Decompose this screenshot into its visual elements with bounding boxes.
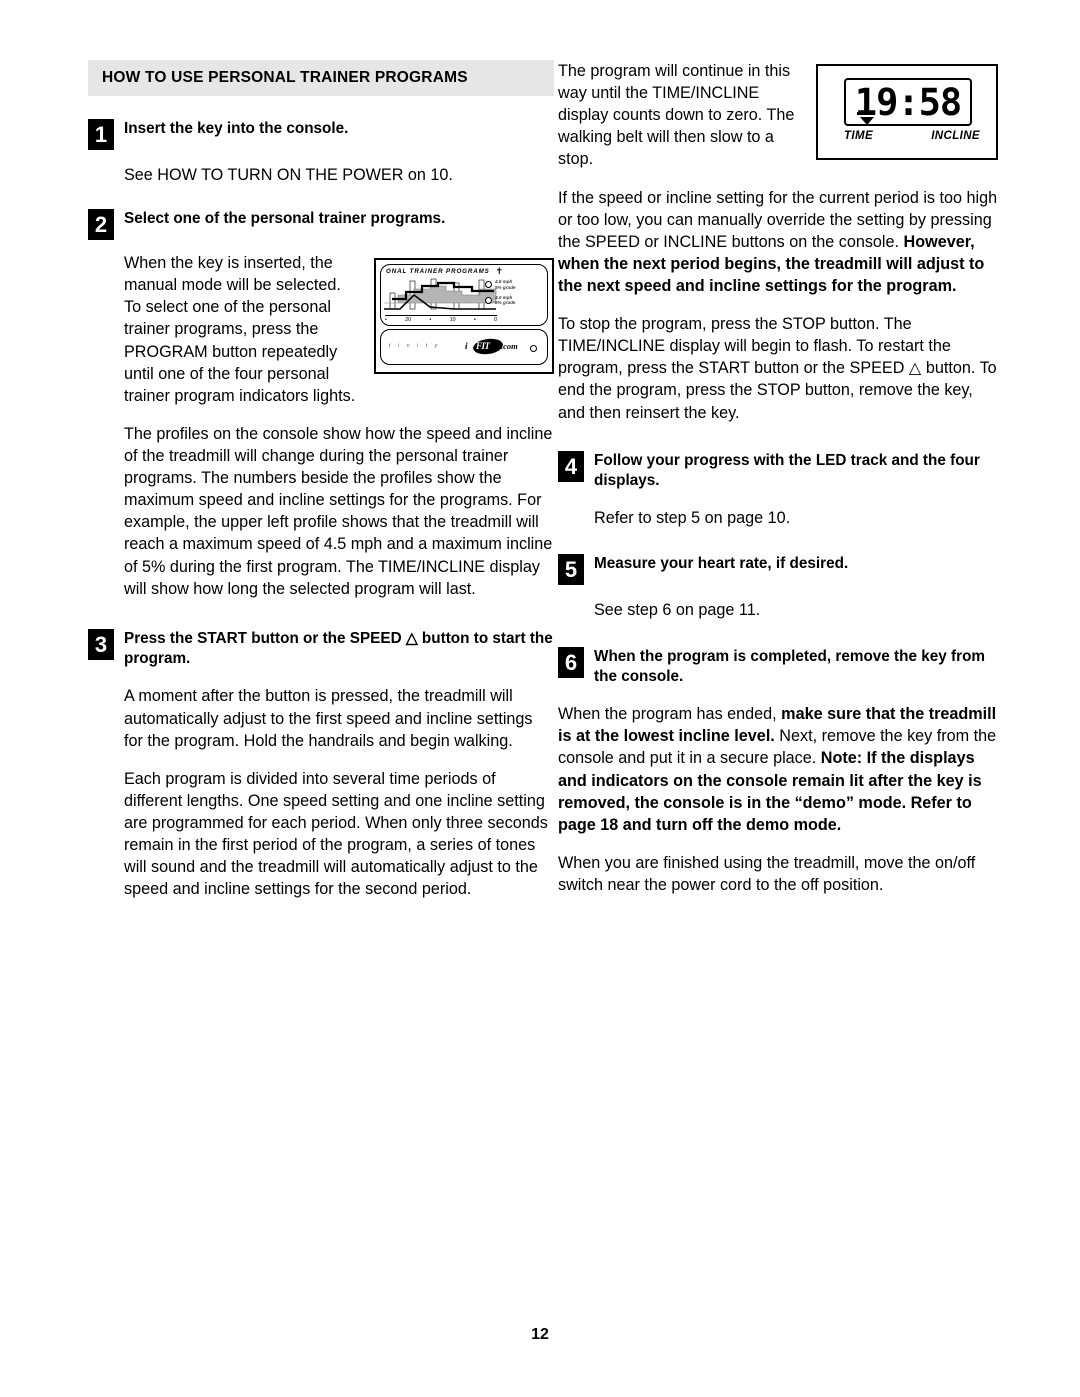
led-indicator-caret-icon [860,117,874,125]
step-2-title: Select one of the personal trainer progr… [124,210,446,228]
scale-tick-5: 0 [494,317,497,324]
triangle-up-icon: △ [908,359,922,378]
step-6-title: When the program is completed, remove th… [594,647,986,685]
step-5: 5 Measure your heart rate, if desired. [558,553,998,586]
step-4: 4 Follow your progress with the LED trac… [558,450,998,492]
scale-tick-0: • [385,317,387,324]
right-para-2: If the speed or incline setting for the … [558,187,998,298]
console-art-frame: ONAL TRAINER PROGRAMS ✝ • 20 • 10 • 0 4.… [374,258,554,375]
ifit-logo-com: .com [501,341,518,352]
step-6-badge: 6 [558,646,584,678]
step-1-title: Insert the key into the console. [124,120,349,138]
ifit-logo-fit: FIT [476,341,490,352]
profile-scale: • 20 • 10 • 0 [385,315,497,323]
profile-legend: 4.5 mph 5% grade 4.0 mph 5% grade [485,279,543,311]
right-para-3-part1: To stop the program, press the STOP butt… [558,315,951,378]
step-2-body-2: The profiles on the console show how the… [124,424,553,598]
right-para-3: To stop the program, press the STOP butt… [558,313,998,424]
step-6: 6 When the program is completed, remove … [558,646,998,688]
section-header: HOW TO USE PERSONAL TRAINER PROGRAMS [88,60,554,97]
step-3-body-1: A moment after the button is pressed, th… [124,687,533,750]
program-indicator-icon[interactable] [485,281,492,289]
console-upper-panel: ONAL TRAINER PROGRAMS ✝ • 20 • 10 • 0 4.… [380,264,548,327]
step-6-body-last: When you are finished using the treadmil… [558,853,976,894]
step-1-badge: 1 [88,119,114,151]
console-lower-label: t i v i t y [389,343,441,350]
step-6-body-1: When the program has ended, make sure th… [558,703,998,836]
legend-item-2-grade: 5% grade [495,300,516,306]
led-label-time: TIME [844,130,874,142]
step-6-plain-1: When the program has ended, [558,705,782,724]
legend-item-2-text: 4.0 mph 5% grade [495,295,515,306]
console-lower-panel: t i v i t y i FIT .com [380,329,548,366]
right-column: 19:58 TIME INCLINE The program will cont… [558,60,998,896]
scale-tick-2: • [429,317,432,324]
program-indicator-icon[interactable] [485,296,492,304]
step-4-body: Refer to step 5 on page 10. [594,509,791,528]
step-2-badge: 2 [88,209,114,241]
triangle-up-icon: △ [405,629,418,647]
scale-tick-1: 20 [405,317,412,324]
legend-item-1-grade: 5% grade [495,284,516,290]
led-display-window: 19:58 [844,78,972,126]
ifit-indicator-icon[interactable] [530,345,537,353]
step-1-body: See HOW TO TURN ON THE POWER on 10. [124,166,453,185]
step-3-badge: 3 [88,628,114,660]
legend-item-1-text: 4.5 mph 5% grade [495,279,515,290]
step-3-title-part1: Press the START button or the SPEED [124,629,406,647]
step-3: 3 Press the START button or the SPEED △ … [88,628,554,670]
scale-tick-4: • [473,317,476,324]
step-4-badge: 4 [558,450,584,482]
scale-tick-3: 10 [449,317,456,324]
step-4-title: Follow your progress with the LED track … [594,451,980,489]
step-5-badge: 5 [558,554,584,586]
led-wrap: 19:58 TIME INCLINE The program will cont… [558,60,998,171]
step-5-title: Measure your heart rate, if desired. [594,555,849,573]
page-number: 12 [531,1326,549,1343]
step-3-body-2: Each program is divided into several tim… [124,769,548,899]
runner-icon: ✝ [495,266,503,277]
legend-item-1: 4.5 mph 5% grade [485,279,543,290]
led-display-labels: TIME INCLINE [844,130,980,142]
led-underscore-mark [857,112,870,115]
led-label-incline: INCLINE [931,130,980,142]
ifit-logo-i: i [465,341,468,352]
step-1: 1 Insert the key into the console. [88,118,554,151]
step-5-body: See step 6 on page 11. [594,601,761,620]
console-panel-title: ONAL TRAINER PROGRAMS [386,268,490,276]
left-column: HOW TO USE PERSONAL TRAINER PROGRAMS 1 I… [88,60,554,900]
step-3-title: Press the START button or the SPEED △ bu… [124,628,554,670]
legend-item-2: 4.0 mph 5% grade [485,295,543,306]
console-illustration: ONAL TRAINER PROGRAMS ✝ • 20 • 10 • 0 4.… [374,258,554,375]
step-2: 2 Select one of the personal trainer pro… [88,208,554,241]
step-2-art-wrap: ONAL TRAINER PROGRAMS ✝ • 20 • 10 • 0 4.… [88,252,554,407]
led-display-illustration: 19:58 TIME INCLINE [816,64,998,160]
manual-page: HOW TO USE PERSONAL TRAINER PROGRAMS 1 I… [0,0,1080,1397]
